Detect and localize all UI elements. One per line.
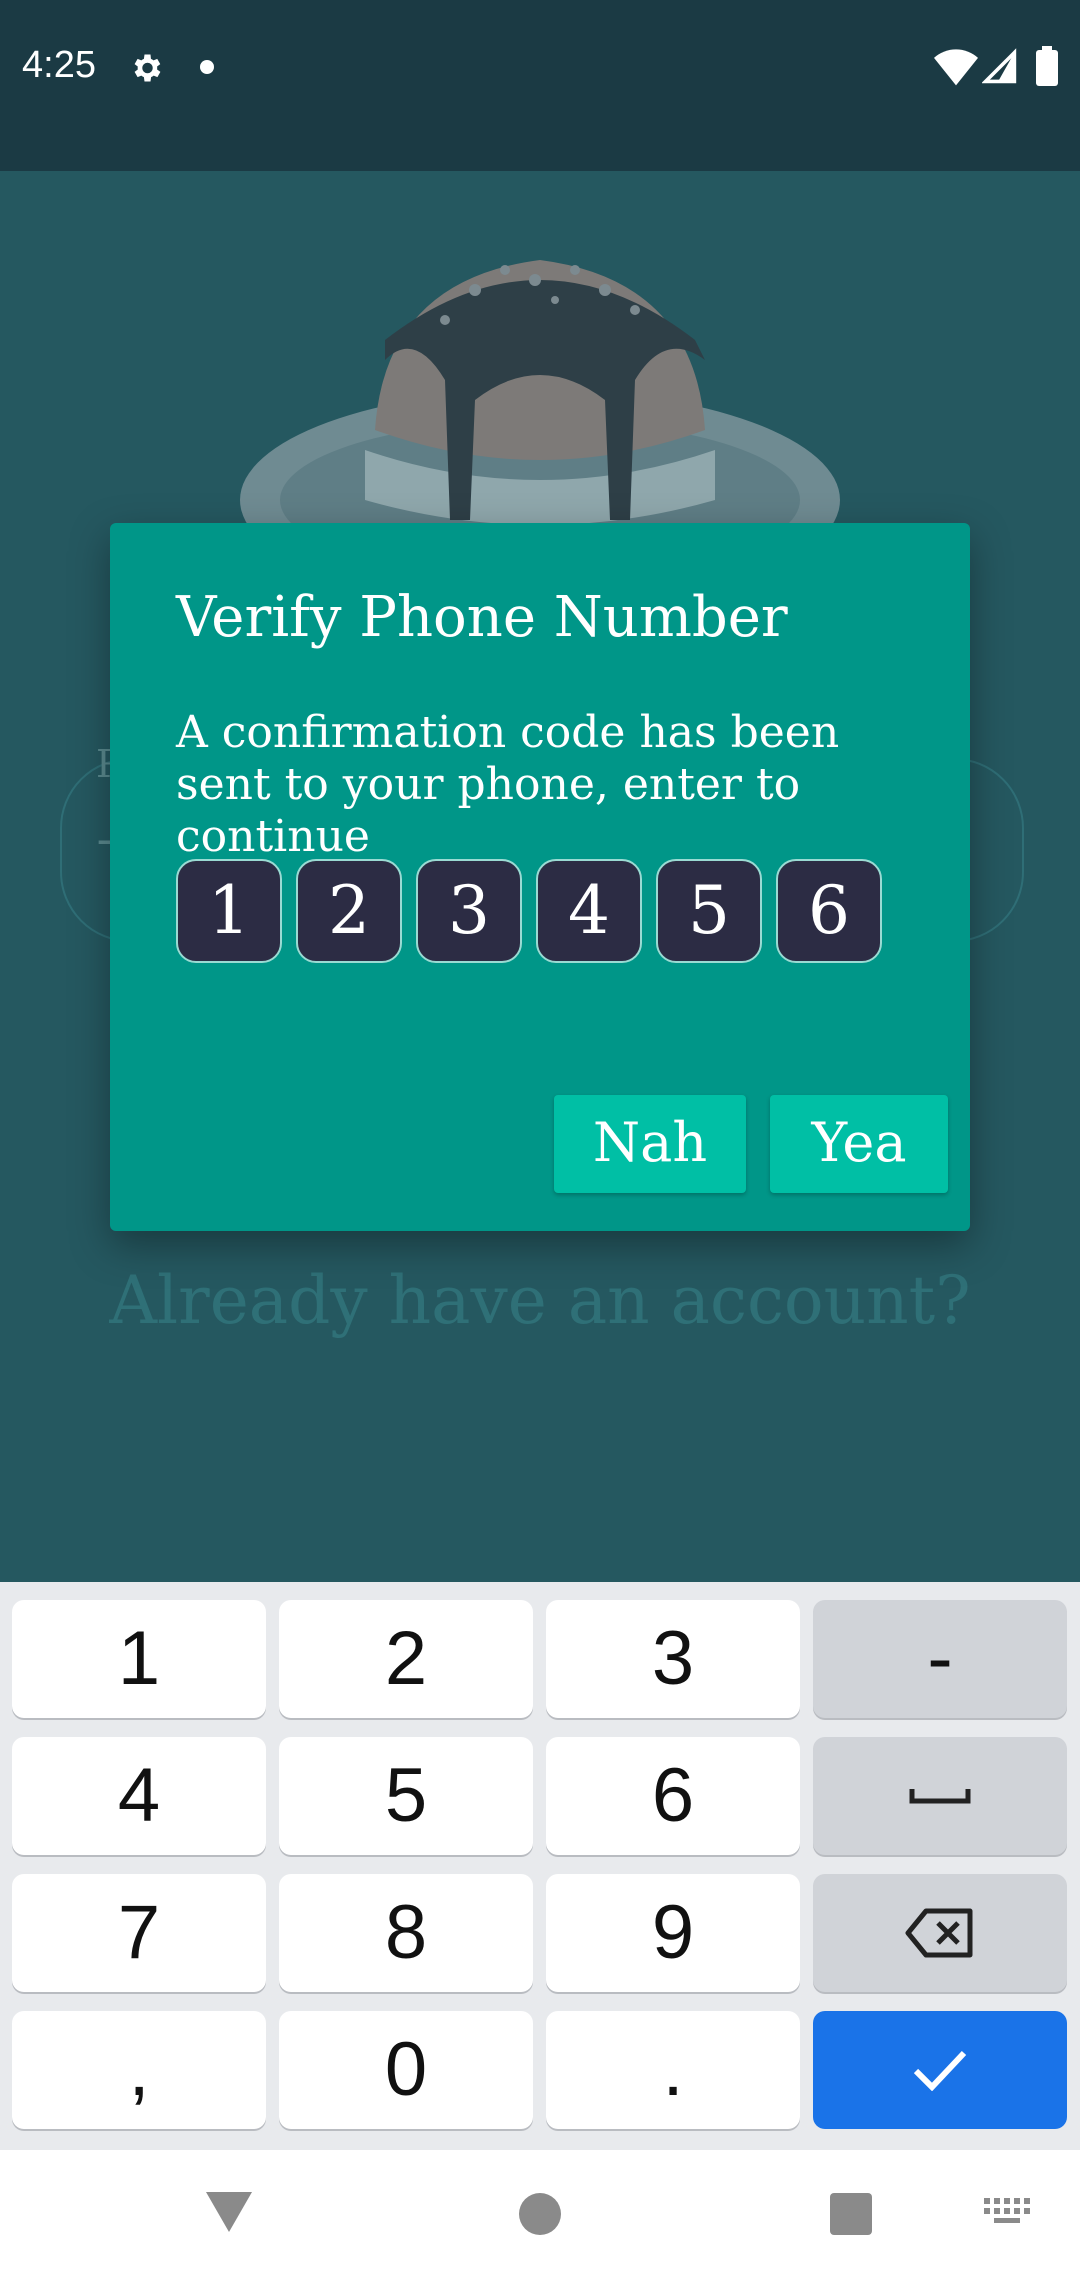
key-enter[interactable] xyxy=(813,2011,1067,2129)
status-time: 4:25 xyxy=(22,44,96,86)
key-1[interactable]: 1 xyxy=(12,1600,266,1718)
recents-icon[interactable] xyxy=(830,2193,872,2235)
space-icon xyxy=(909,1789,971,1804)
key-9[interactable]: 9 xyxy=(546,1874,800,1992)
dialog-message: A confirmation code has been sent to you… xyxy=(176,707,840,862)
wifi-icon xyxy=(934,49,978,86)
key-3[interactable]: 3 xyxy=(546,1600,800,1718)
numeric-keyboard: 1 2 3 - 4 5 6 7 8 9 , 0 . xyxy=(0,1582,1080,2150)
code-digit-2[interactable]: 2 xyxy=(296,859,402,963)
key-comma[interactable]: , xyxy=(12,2011,266,2129)
code-input-row: 1 2 3 4 5 6 xyxy=(176,859,882,963)
login-link[interactable]: Already have an account? xyxy=(0,1262,1080,1339)
checkmark-icon xyxy=(913,2050,967,2091)
key-7[interactable]: 7 xyxy=(12,1874,266,1992)
code-digit-6[interactable]: 6 xyxy=(776,859,882,963)
backspace-icon xyxy=(905,1908,973,1958)
home-icon[interactable] xyxy=(519,2193,561,2235)
key-8[interactable]: 8 xyxy=(279,1874,533,1992)
dot-icon xyxy=(200,60,214,74)
key-dash[interactable]: - xyxy=(813,1600,1067,1718)
key-5[interactable]: 5 xyxy=(279,1737,533,1855)
battery-icon xyxy=(1036,46,1058,86)
back-icon[interactable] xyxy=(206,2192,252,2232)
navigation-bar xyxy=(0,2150,1080,2280)
key-4[interactable]: 4 xyxy=(12,1737,266,1855)
key-6[interactable]: 6 xyxy=(546,1737,800,1855)
keyboard-switch-icon[interactable] xyxy=(984,2198,1030,2232)
confirm-button[interactable]: Yea xyxy=(770,1095,948,1193)
key-0[interactable]: 0 xyxy=(279,2011,533,2129)
cancel-button[interactable]: Nah xyxy=(554,1095,746,1193)
dialog-title: Verify Phone Number xyxy=(176,585,788,650)
code-digit-1[interactable]: 1 xyxy=(176,859,282,963)
gear-icon xyxy=(134,54,161,82)
key-period[interactable]: . xyxy=(546,2011,800,2129)
code-digit-4[interactable]: 4 xyxy=(536,859,642,963)
key-2[interactable]: 2 xyxy=(279,1600,533,1718)
signal-icon xyxy=(982,48,1017,84)
code-digit-3[interactable]: 3 xyxy=(416,859,522,963)
code-digit-5[interactable]: 5 xyxy=(656,859,762,963)
key-backspace[interactable] xyxy=(813,1874,1067,1992)
key-space[interactable] xyxy=(813,1737,1067,1855)
dessert-illustration xyxy=(240,260,840,540)
status-bar: 4:25 xyxy=(0,0,1080,171)
verify-dialog: Verify Phone Number A confirmation code … xyxy=(110,523,970,1231)
